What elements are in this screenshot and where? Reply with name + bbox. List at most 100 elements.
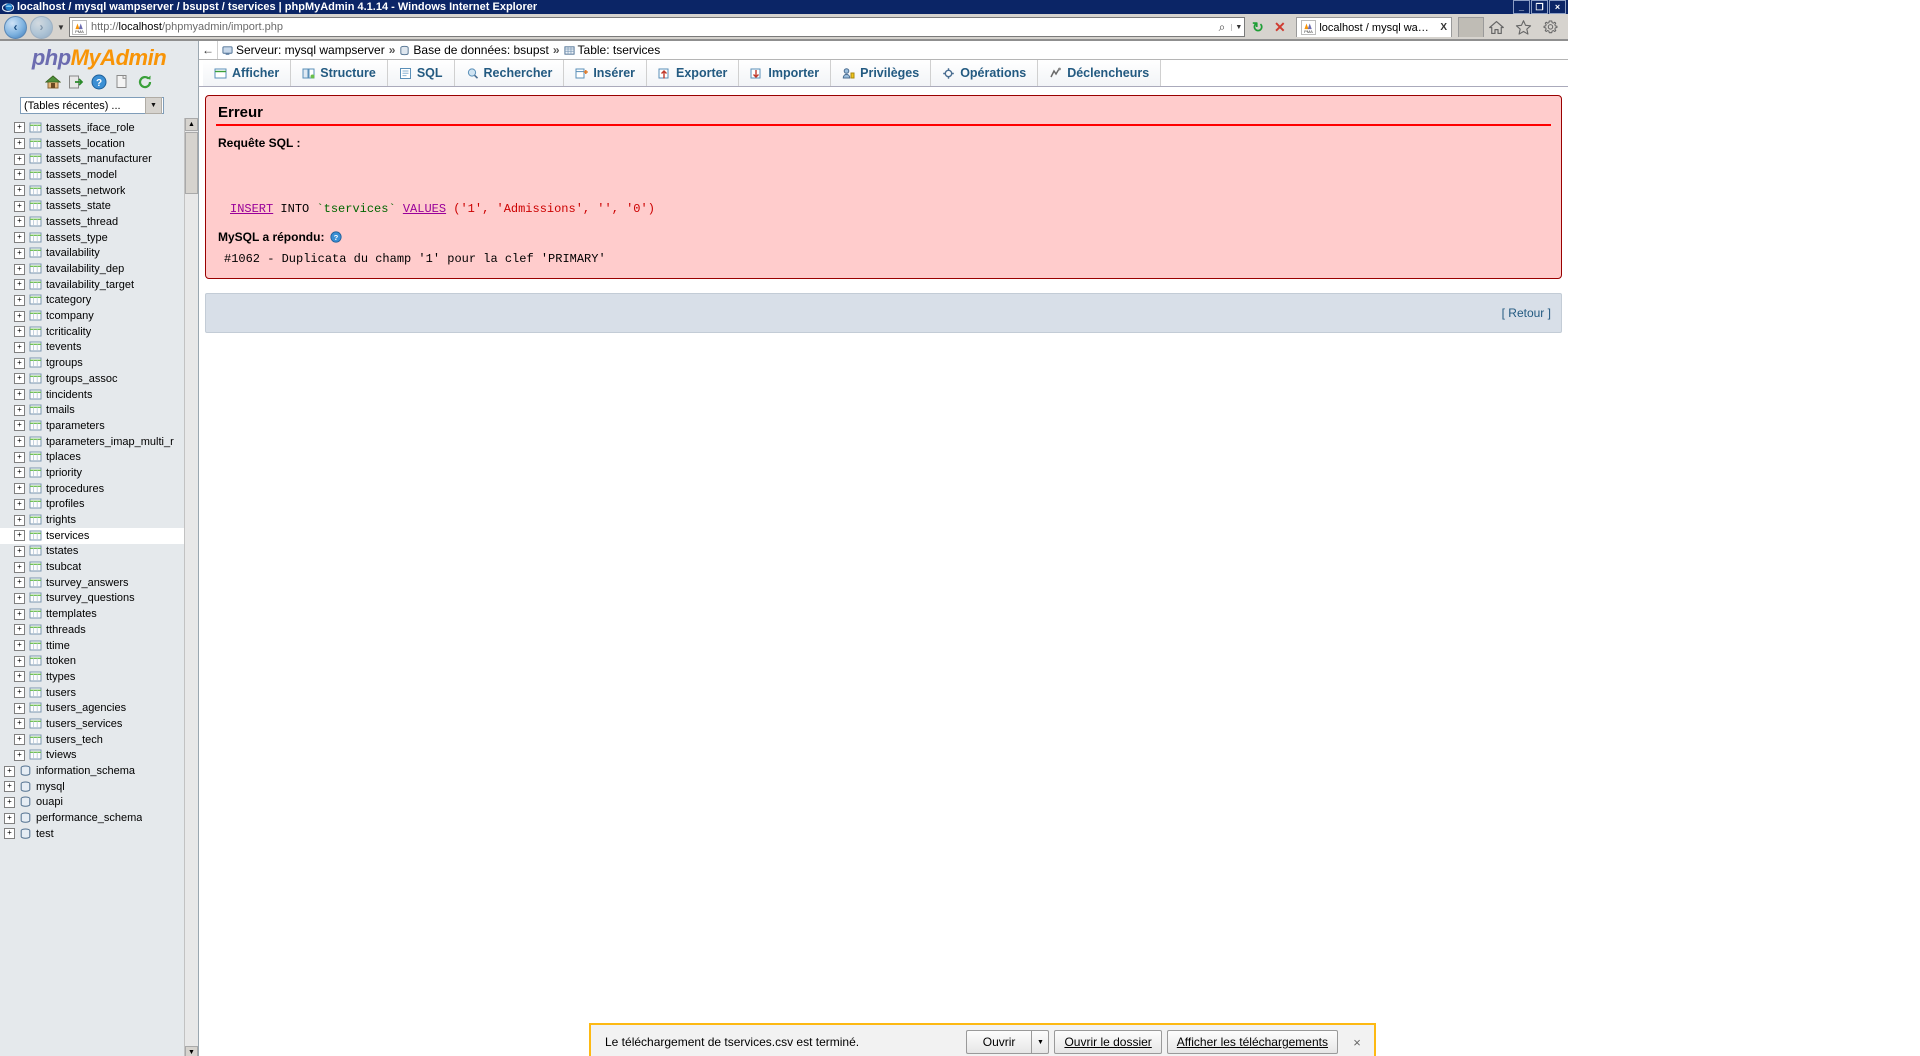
favorites-star-icon[interactable]: [1514, 18, 1533, 37]
tree-table-tsurvey_answers[interactable]: +tsurvey_answers: [0, 575, 184, 591]
tree-table-tassets_thread[interactable]: +tassets_thread: [0, 214, 184, 230]
chevron-down-icon[interactable]: ▼: [145, 97, 162, 114]
tree-database-mysql[interactable]: +mysql: [0, 779, 184, 795]
expand-icon[interactable]: +: [4, 781, 15, 792]
breadcrumb-server[interactable]: Serveur: mysql wampserver: [222, 43, 385, 57]
tab-dclencheurs[interactable]: Déclencheurs: [1038, 60, 1161, 86]
tab-rechercher[interactable]: Rechercher: [455, 60, 565, 86]
retour-link-wrapper[interactable]: [ Retour ]: [1502, 306, 1551, 320]
expand-icon[interactable]: +: [14, 515, 25, 526]
tree-table-tavailability[interactable]: +tavailability: [0, 246, 184, 262]
tree-table-ttypes[interactable]: +ttypes: [0, 669, 184, 685]
tree-table-ttemplates[interactable]: +ttemplates: [0, 606, 184, 622]
expand-icon[interactable]: +: [14, 593, 25, 604]
expand-icon[interactable]: +: [14, 279, 25, 290]
expand-icon[interactable]: +: [4, 828, 15, 839]
tree-table-tavailability_target[interactable]: +tavailability_target: [0, 277, 184, 293]
expand-icon[interactable]: +: [14, 499, 25, 510]
expand-icon[interactable]: +: [14, 718, 25, 729]
expand-icon[interactable]: +: [14, 577, 25, 588]
expand-icon[interactable]: +: [14, 122, 25, 133]
tree-table-trights[interactable]: +trights: [0, 512, 184, 528]
expand-icon[interactable]: +: [14, 169, 25, 180]
tree-table-tassets_network[interactable]: +tassets_network: [0, 183, 184, 199]
phpmyadmin-logo[interactable]: phpMyAdmin: [0, 41, 198, 71]
sql-keyword-values[interactable]: VALUES: [403, 202, 446, 216]
expand-icon[interactable]: +: [14, 295, 25, 306]
history-dropdown-icon[interactable]: ▼: [56, 23, 66, 32]
sql-keyword-insert[interactable]: INSERT: [230, 202, 273, 216]
address-dropdown-icon[interactable]: ▼: [1231, 24, 1242, 31]
tab-close-icon[interactable]: X: [1440, 22, 1447, 33]
expand-icon[interactable]: +: [14, 452, 25, 463]
expand-icon[interactable]: +: [14, 467, 25, 478]
recent-tables-select[interactable]: (Tables récentes) ... ▼: [20, 97, 164, 114]
breadcrumb-database[interactable]: Base de données: bsupst: [399, 43, 548, 57]
tree-table-tgroups_assoc[interactable]: +tgroups_assoc: [0, 371, 184, 387]
expand-icon[interactable]: +: [14, 530, 25, 541]
view-downloads-button[interactable]: Afficher les téléchargements: [1167, 1030, 1338, 1054]
tree-table-tassets_iface_role[interactable]: +tassets_iface_role: [0, 120, 184, 136]
expand-icon[interactable]: +: [14, 373, 25, 384]
new-tab-button[interactable]: [1458, 17, 1484, 37]
tree-table-ttime[interactable]: +ttime: [0, 638, 184, 654]
search-icon[interactable]: ⌕: [1219, 20, 1228, 35]
tree-table-tcategory[interactable]: +tcategory: [0, 293, 184, 309]
tab-oprations[interactable]: Opérations: [931, 60, 1038, 86]
tab-privilges[interactable]: Privilèges: [831, 60, 931, 86]
expand-icon[interactable]: +: [4, 797, 15, 808]
help-icon[interactable]: ?: [91, 74, 107, 90]
stop-icon[interactable]: ✕: [1270, 18, 1289, 37]
open-folder-button[interactable]: Ouvrir le dossier: [1054, 1030, 1161, 1054]
expand-icon[interactable]: +: [14, 734, 25, 745]
tree-table-tusers_tech[interactable]: +tusers_tech: [0, 732, 184, 748]
tree-table-ttoken[interactable]: +ttoken: [0, 653, 184, 669]
gear-icon[interactable]: [1541, 18, 1560, 37]
minimize-button[interactable]: _: [1513, 0, 1530, 14]
scrollbar-thumb[interactable]: [185, 132, 198, 194]
breadcrumb-back-icon[interactable]: ←: [199, 41, 218, 59]
expand-icon[interactable]: +: [14, 703, 25, 714]
address-bar[interactable]: PMA http://localhost/phpmyadmin/import.p…: [69, 17, 1245, 37]
tree-table-tplaces[interactable]: +tplaces: [0, 449, 184, 465]
tab-afficher[interactable]: Afficher: [203, 60, 291, 86]
tree-table-tusers_agencies[interactable]: +tusers_agencies: [0, 700, 184, 716]
tab-sql[interactable]: SQL: [388, 60, 455, 86]
tree-database-information_schema[interactable]: +information_schema: [0, 763, 184, 779]
retour-link[interactable]: Retour: [1508, 306, 1544, 320]
expand-icon[interactable]: +: [4, 813, 15, 824]
expand-icon[interactable]: +: [4, 766, 15, 777]
tree-table-tparameters_imap_multi_r[interactable]: +tparameters_imap_multi_r: [0, 434, 184, 450]
breadcrumb-table[interactable]: Table: tservices: [564, 43, 661, 57]
tree-table-tcompany[interactable]: +tcompany: [0, 308, 184, 324]
tree-table-tprocedures[interactable]: +tprocedures: [0, 481, 184, 497]
tree-table-tthreads[interactable]: +tthreads: [0, 622, 184, 638]
restore-button[interactable]: ❐: [1531, 0, 1548, 14]
tree-table-tavailability_dep[interactable]: +tavailability_dep: [0, 261, 184, 277]
tree-table-tsubcat[interactable]: +tsubcat: [0, 559, 184, 575]
expand-icon[interactable]: +: [14, 624, 25, 635]
expand-icon[interactable]: +: [14, 154, 25, 165]
expand-icon[interactable]: +: [14, 138, 25, 149]
home-icon[interactable]: [45, 74, 61, 90]
tree-table-tservices[interactable]: +tservices: [0, 528, 184, 544]
forward-button[interactable]: ›: [30, 16, 53, 39]
expand-icon[interactable]: +: [14, 562, 25, 573]
tree-table-tusers[interactable]: +tusers: [0, 685, 184, 701]
tree-table-tparameters[interactable]: +tparameters: [0, 418, 184, 434]
home-icon[interactable]: [1487, 18, 1506, 37]
tree-table-tusers_services[interactable]: +tusers_services: [0, 716, 184, 732]
expand-icon[interactable]: +: [14, 311, 25, 322]
logout-icon[interactable]: [68, 74, 84, 90]
tree-table-tassets_state[interactable]: +tassets_state: [0, 198, 184, 214]
open-split-button[interactable]: Ouvrir ▼: [966, 1030, 1050, 1054]
scroll-down-button[interactable]: ▼: [185, 1046, 198, 1056]
tab-importer[interactable]: Importer: [739, 60, 831, 86]
expand-icon[interactable]: +: [14, 420, 25, 431]
expand-icon[interactable]: +: [14, 201, 25, 212]
tree-database-ouapi[interactable]: +ouapi: [0, 795, 184, 811]
expand-icon[interactable]: +: [14, 609, 25, 620]
tree-table-tassets_manufacturer[interactable]: +tassets_manufacturer: [0, 151, 184, 167]
expand-icon[interactable]: +: [14, 389, 25, 400]
scroll-up-button[interactable]: ▲: [185, 118, 198, 131]
